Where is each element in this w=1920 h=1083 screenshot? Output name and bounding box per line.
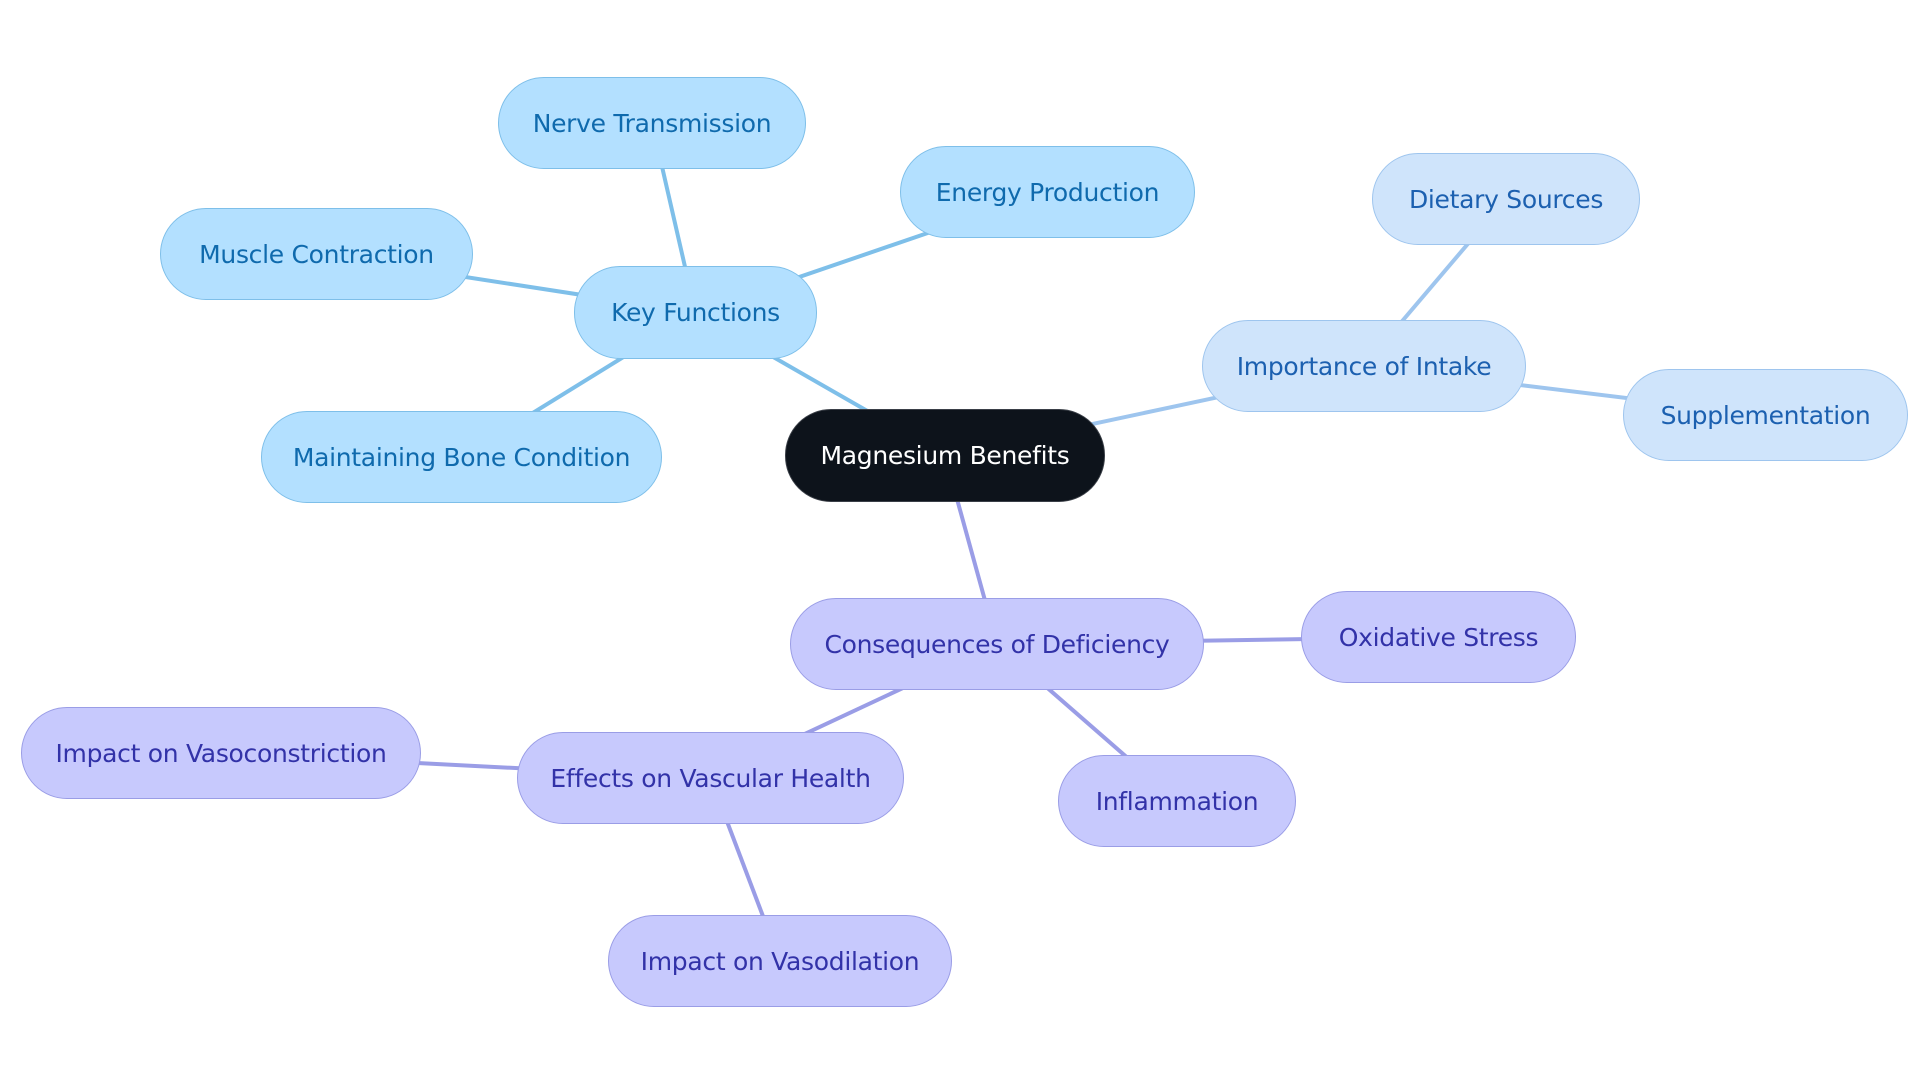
node-label: Inflammation	[1095, 786, 1259, 816]
node-label: Oxidative Stress	[1338, 622, 1539, 652]
node-label: Dietary Sources	[1408, 184, 1604, 214]
node-label: Supplementation	[1660, 400, 1871, 430]
node-maintaining-bone-condition[interactable]: Maintaining Bone Condition	[261, 411, 662, 503]
node-inflammation[interactable]: Inflammation	[1058, 755, 1296, 847]
node-label: Energy Production	[935, 177, 1160, 207]
node-effects-on-vascular-health[interactable]: Effects on Vascular Health	[517, 732, 904, 824]
node-nerve-transmission[interactable]: Nerve Transmission	[498, 77, 806, 169]
node-label: Muscle Contraction	[199, 239, 434, 269]
node-label: Nerve Transmission	[532, 108, 772, 138]
node-oxidative-stress[interactable]: Oxidative Stress	[1301, 591, 1576, 683]
node-label: Impact on Vasoconstriction	[55, 738, 387, 768]
node-label: Magnesium Benefits	[820, 441, 1070, 470]
node-label: Impact on Vasodilation	[640, 946, 920, 976]
node-importance-of-intake[interactable]: Importance of Intake	[1202, 320, 1526, 412]
node-label: Importance of Intake	[1236, 351, 1492, 381]
node-key-functions[interactable]: Key Functions	[574, 266, 817, 359]
node-magnesium-benefits[interactable]: Magnesium Benefits	[785, 409, 1105, 502]
node-label: Key Functions	[611, 298, 780, 327]
node-muscle-contraction[interactable]: Muscle Contraction	[160, 208, 473, 300]
node-dietary-sources[interactable]: Dietary Sources	[1372, 153, 1640, 245]
node-supplementation[interactable]: Supplementation	[1623, 369, 1908, 461]
node-energy-production[interactable]: Energy Production	[900, 146, 1195, 238]
node-impact-on-vasodilation[interactable]: Impact on Vasodilation	[608, 915, 952, 1007]
node-label: Consequences of Deficiency	[824, 629, 1170, 659]
node-impact-on-vasoconstriction[interactable]: Impact on Vasoconstriction	[21, 707, 421, 799]
node-label: Maintaining Bone Condition	[292, 442, 631, 472]
node-label: Effects on Vascular Health	[550, 763, 871, 793]
node-consequences-of-deficiency[interactable]: Consequences of Deficiency	[790, 598, 1204, 690]
